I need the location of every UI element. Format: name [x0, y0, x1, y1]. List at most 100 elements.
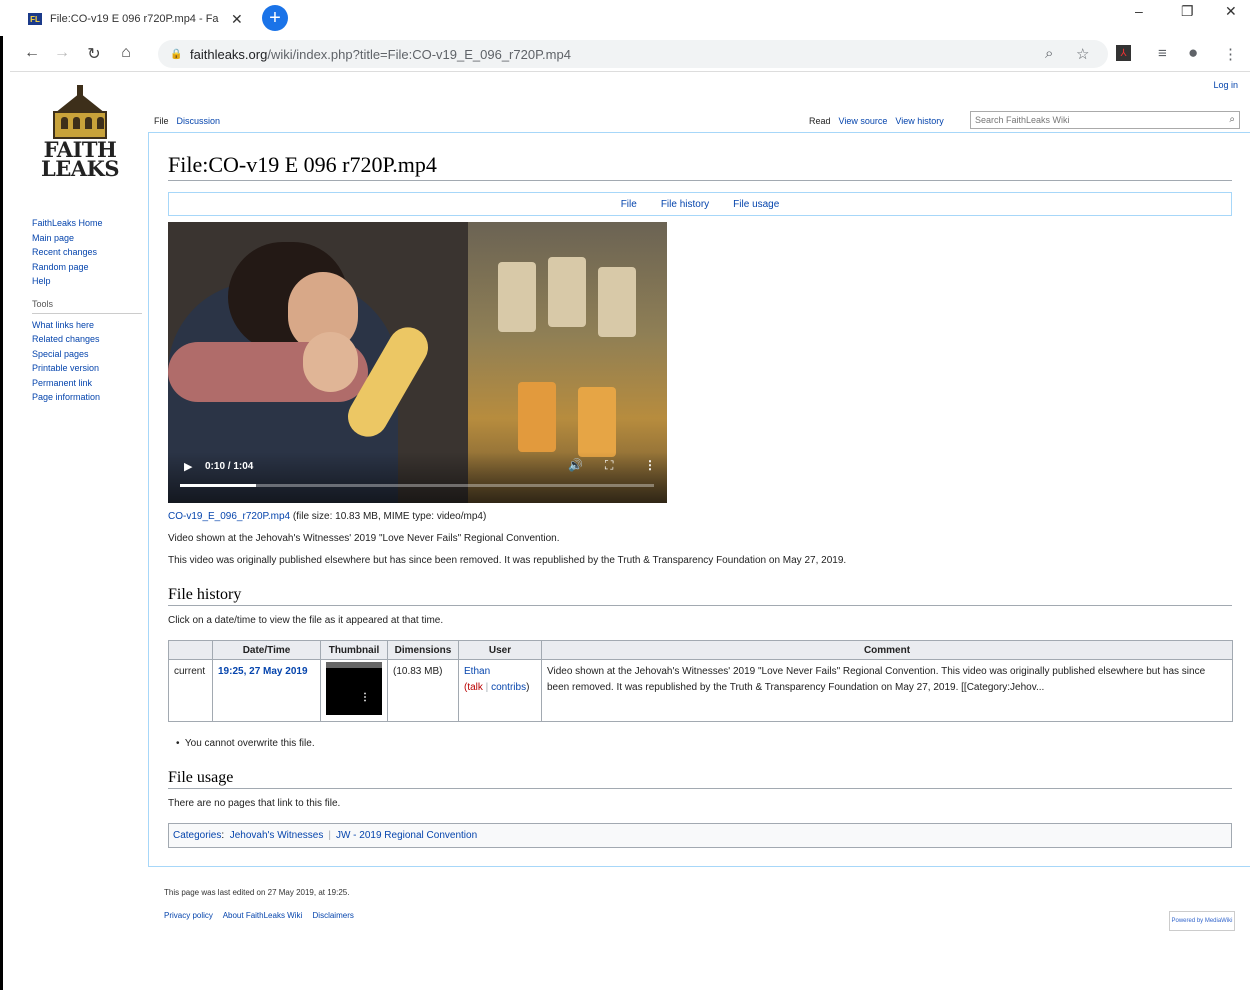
- privacy-policy-link[interactable]: Privacy policy: [164, 911, 213, 920]
- video-time: 0:10 / 1:04: [205, 461, 254, 472]
- history-comment: Video shown at the Jehovah's Witnesses' …: [541, 659, 1233, 722]
- fullscreen-icon[interactable]: ⛶: [605, 458, 613, 473]
- more-options-icon[interactable]: ⋮: [644, 458, 656, 472]
- category-link[interactable]: JW - 2019 Regional Convention: [336, 830, 477, 841]
- sidebar-item-page-information[interactable]: Page information: [32, 390, 142, 405]
- new-tab-button[interactable]: +: [262, 5, 288, 31]
- column-header: User: [458, 640, 542, 660]
- sidebar-item-main-page[interactable]: Main page: [32, 231, 142, 246]
- file-history-hint: Click on a date/time to view the file as…: [168, 615, 444, 626]
- about-link[interactable]: About FaithLeaks Wiki: [223, 911, 303, 920]
- video-progress-fill: [180, 484, 256, 487]
- category-link[interactable]: Jehovah's Witnesses: [230, 830, 324, 841]
- file-usage-heading: File usage: [168, 769, 1232, 789]
- bookmark-star-icon[interactable]: ☆: [1076, 45, 1089, 63]
- categories-box: Categories: Jehovah's Witnesses | JW - 201…: [168, 823, 1232, 848]
- home-icon[interactable]: ⌂: [116, 44, 136, 62]
- file-description: Video shown at the Jehovah's Witnesses' …: [168, 533, 560, 544]
- logo-text: FAITH LEAKS: [40, 139, 120, 181]
- login-link[interactable]: Log in: [1213, 80, 1238, 90]
- sidebar-item-permanent-link[interactable]: Permanent link: [32, 376, 142, 391]
- column-header: Date/Time: [212, 640, 321, 660]
- toc-file-history-link[interactable]: File history: [661, 199, 709, 210]
- toc-file-usage-link[interactable]: File usage: [733, 199, 779, 210]
- url-host: faithleaks.org: [190, 46, 268, 62]
- lock-icon: 🔒: [170, 48, 183, 60]
- pdf-extension-icon[interactable]: ⅄: [1116, 45, 1131, 61]
- forward-icon[interactable]: →: [52, 44, 72, 62]
- video-controls: ▶ 0:10 / 1:04 🔊 ⛶ ⋮: [168, 452, 667, 503]
- thumbnail-more-icon: ⋮: [360, 692, 370, 703]
- history-datetime-link[interactable]: 19:25, 27 May 2019: [218, 666, 308, 677]
- address-bar[interactable]: 🔒 faithleaks.org/wiki/index.php?title=Fi…: [158, 40, 1108, 68]
- user-talk-link[interactable]: talk: [467, 682, 483, 693]
- tab-read[interactable]: Read: [805, 112, 835, 130]
- browser-toolbar: ← → ↻ ⌂ 🔒 faithleaks.org/wiki/index.php?…: [10, 36, 1250, 72]
- categories-label[interactable]: Categories: [173, 830, 221, 841]
- file-link[interactable]: CO-v19_E_096_r720P.mp4: [168, 511, 290, 522]
- file-toc: File File history File usage: [168, 192, 1232, 216]
- history-user-link[interactable]: Ethan: [464, 666, 490, 677]
- toc-file-link[interactable]: File: [621, 199, 637, 210]
- minimize-icon[interactable]: –: [1135, 3, 1143, 19]
- reload-icon[interactable]: ↻: [84, 44, 104, 64]
- namespace-tabs: File Discussion: [150, 112, 224, 130]
- footer-links: Privacy policy About FaithLeaks Wiki Dis…: [164, 911, 362, 920]
- view-tabs: Read View source View history: [805, 112, 948, 130]
- table-row: current 19:25, 27 May 2019 ⋮ (10.83 MB) …: [168, 659, 1233, 722]
- tab-title: File:CO-v19 E 096 r720P.mp4 - Fa: [50, 13, 219, 25]
- sidebar-item-special-pages[interactable]: Special pages: [32, 347, 142, 362]
- sidebar-item-related-changes[interactable]: Related changes: [32, 332, 142, 347]
- window-edge: [0, 36, 10, 990]
- history-thumbnail[interactable]: ⋮: [326, 662, 382, 715]
- file-info-line: CO-v19_E_096_r720P.mp4 (file size: 10.83…: [168, 511, 486, 522]
- file-usage-text: There are no pages that link to this fil…: [168, 798, 341, 809]
- favicon-icon: FL: [28, 13, 42, 25]
- tab-discussion[interactable]: Discussion: [173, 112, 225, 130]
- tab-view-history[interactable]: View history: [891, 112, 947, 130]
- browser-tab[interactable]: FL File:CO-v19 E 096 r720P.mp4 - Fa ✕: [28, 6, 250, 32]
- sidebar: FaithLeaks Home Main page Recent changes…: [32, 216, 142, 405]
- sidebar-item-home[interactable]: FaithLeaks Home: [32, 216, 142, 231]
- sidebar-item-what-links-here[interactable]: What links here: [32, 318, 142, 333]
- site-logo[interactable]: FAITH LEAKS: [40, 85, 120, 181]
- column-header: Dimensions: [387, 640, 459, 660]
- close-tab-icon[interactable]: ✕: [231, 11, 243, 28]
- search-placeholder: Search FaithLeaks Wiki: [975, 115, 1070, 125]
- volume-icon[interactable]: 🔊: [568, 458, 583, 472]
- tools-heading: Tools: [32, 299, 142, 314]
- file-note: This video was originally published else…: [168, 555, 847, 566]
- column-header: [168, 640, 213, 660]
- sidebar-item-recent-changes[interactable]: Recent changes: [32, 245, 142, 260]
- sidebar-item-help[interactable]: Help: [32, 274, 142, 289]
- tab-view-source[interactable]: View source: [835, 112, 892, 130]
- sidebar-item-random-page[interactable]: Random page: [32, 260, 142, 275]
- search-icon[interactable]: ⌕: [1229, 114, 1235, 125]
- column-header: Comment: [541, 640, 1233, 660]
- search-input[interactable]: Search FaithLeaks Wiki ⌕: [970, 111, 1240, 129]
- user-contribs-link[interactable]: contribs: [491, 682, 526, 693]
- zoom-icon[interactable]: ⌕: [1045, 45, 1053, 62]
- media-control-icon[interactable]: ≡: [1158, 45, 1167, 62]
- play-icon[interactable]: ▶: [184, 460, 192, 473]
- url-path: /wiki/index.php?title=File:CO-v19_E_096_…: [267, 46, 571, 62]
- page-title: File:CO-v19 E 096 r720P.mp4: [168, 152, 1232, 181]
- disclaimers-link[interactable]: Disclaimers: [313, 911, 354, 920]
- sidebar-item-printable-version[interactable]: Printable version: [32, 361, 142, 376]
- video-progress-bar[interactable]: [180, 484, 654, 487]
- overwrite-note-text: You cannot overwrite this file.: [184, 738, 315, 749]
- column-header: Thumbnail: [320, 640, 388, 660]
- restore-icon[interactable]: ❐: [1181, 3, 1194, 20]
- close-window-icon[interactable]: ✕: [1225, 3, 1237, 20]
- account-icon[interactable]: ●: [1188, 43, 1198, 63]
- menu-icon[interactable]: ⋮: [1223, 45, 1238, 63]
- logo-line2: LEAKS: [41, 156, 119, 181]
- tab-file[interactable]: File: [150, 112, 173, 130]
- powered-by-mediawiki-badge[interactable]: Powered by MediaWiki: [1169, 911, 1235, 931]
- browser-titlebar: FL File:CO-v19 E 096 r720P.mp4 - Fa ✕ + …: [0, 0, 1250, 36]
- file-history-heading: File history: [168, 586, 1232, 606]
- video-player[interactable]: ▶ 0:10 / 1:04 🔊 ⛶ ⋮: [168, 222, 667, 503]
- back-icon[interactable]: ←: [22, 44, 42, 62]
- file-info: (file size: 10.83 MB, MIME type: video/m…: [290, 511, 487, 522]
- table-header-row: Date/Time Thumbnail Dimensions User Comm…: [168, 640, 1233, 660]
